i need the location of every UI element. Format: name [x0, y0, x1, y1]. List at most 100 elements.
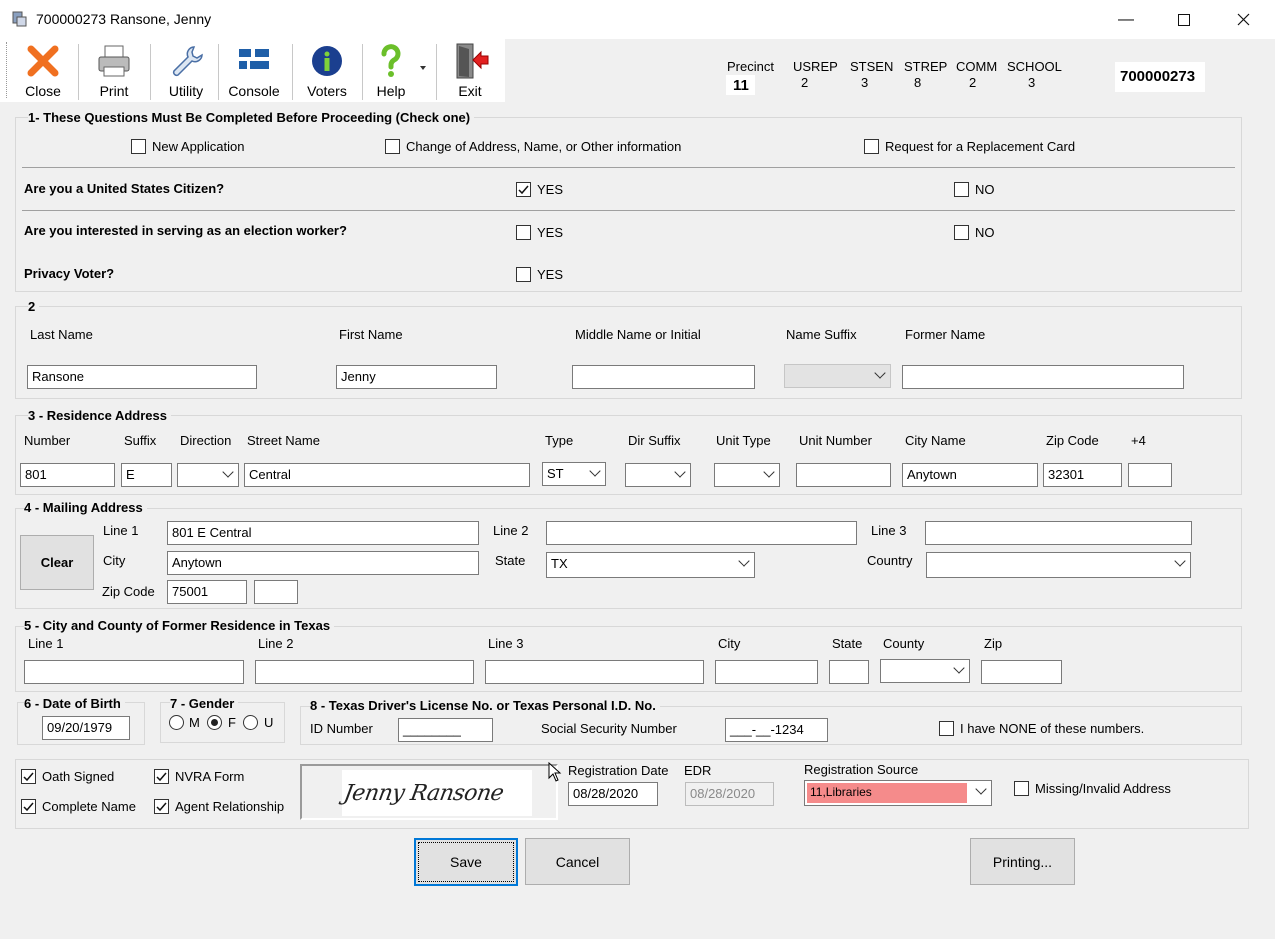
minimize-button[interactable]: — — [1097, 0, 1155, 39]
privacy-question: Privacy Voter? — [24, 266, 115, 281]
help-button[interactable]: Help — [366, 42, 416, 100]
replacement-card-label: Request for a Replacement Card — [885, 139, 1076, 154]
direction-label: Direction — [180, 433, 232, 448]
country-label: Country — [867, 553, 913, 568]
checkmark-icon — [23, 802, 34, 812]
dir-suffix-select[interactable] — [625, 463, 691, 487]
citizen-yes-checkbox[interactable] — [516, 182, 531, 197]
former-city-input[interactable] — [715, 660, 818, 684]
mailing-city-input[interactable]: Anytown — [167, 551, 479, 575]
number-input[interactable]: 801 — [20, 463, 115, 487]
divider — [22, 167, 1235, 168]
middle-name-input[interactable] — [572, 365, 755, 389]
chevron-down-icon — [738, 555, 750, 567]
section-7-title: 7 - Gender — [170, 696, 239, 711]
city-name-input[interactable]: Anytown — [902, 463, 1038, 487]
type-select[interactable]: ST — [542, 462, 606, 486]
suffix-input[interactable]: E — [121, 463, 172, 487]
section-3-title: 3 - Residence Address — [28, 408, 171, 423]
gender-u-label: U — [264, 715, 274, 730]
former-line3-label: Line 3 — [488, 636, 524, 651]
former-zip-input[interactable] — [981, 660, 1062, 684]
exit-button[interactable]: Exit — [444, 42, 496, 100]
ssn-input[interactable]: ___-__-1234 — [725, 718, 828, 742]
complete-name-checkbox[interactable] — [21, 799, 36, 814]
former-name-label: Former Name — [905, 327, 986, 342]
gender-f-radio[interactable] — [207, 715, 222, 730]
plus4-input[interactable] — [1128, 463, 1172, 487]
mailing-zip-input[interactable]: 75001 — [167, 580, 247, 604]
mailing-line2-input[interactable] — [546, 521, 857, 545]
name-suffix-select[interactable] — [784, 364, 891, 388]
nvra-form-checkbox[interactable] — [154, 769, 169, 784]
mailing-zip4-input[interactable] — [254, 580, 298, 604]
middle-name-label: Middle Name or Initial — [575, 327, 701, 342]
info-icon — [308, 42, 346, 80]
missing-address-checkbox[interactable] — [1014, 781, 1029, 796]
zip-code-input[interactable]: 32301 — [1043, 463, 1122, 487]
stsen-label: STSEN — [850, 59, 894, 74]
id-number-input[interactable]: ________ — [398, 718, 493, 742]
chevron-down-icon — [874, 367, 886, 379]
dir-suffix-label: Dir Suffix — [628, 433, 681, 448]
replacement-card-checkbox[interactable] — [864, 139, 879, 154]
privacy-yes-checkbox[interactable] — [516, 267, 531, 282]
street-name-input[interactable]: Central — [244, 463, 530, 487]
unit-type-select[interactable] — [714, 463, 780, 487]
maximize-button[interactable] — [1155, 0, 1213, 39]
suffix-label: Suffix — [124, 433, 157, 448]
mailing-line3-input[interactable] — [925, 521, 1192, 545]
section-6-title: 6 - Date of Birth — [24, 696, 125, 711]
printer-icon — [95, 42, 133, 80]
mailing-line1-input[interactable]: 801 E Central — [167, 521, 479, 545]
former-county-select[interactable] — [880, 659, 970, 683]
printing-button[interactable]: Printing... — [970, 838, 1075, 885]
clear-button[interactable]: Clear — [20, 535, 94, 590]
registration-date-input[interactable]: 08/28/2020 — [568, 782, 658, 806]
former-line1-input[interactable] — [24, 660, 244, 684]
mailing-country-select[interactable] — [926, 552, 1191, 578]
checkmark-icon — [156, 802, 167, 812]
checkmark-icon — [518, 185, 529, 195]
agent-relationship-label: Agent Relationship — [175, 799, 285, 814]
change-of-address-label: Change of Address, Name, or Other inform… — [406, 139, 682, 154]
console-button[interactable]: Console — [224, 42, 284, 100]
election-worker-yes-checkbox[interactable] — [516, 225, 531, 240]
save-button[interactable]: Save — [414, 838, 518, 886]
line1-label: Line 1 — [103, 523, 139, 538]
agent-relationship-checkbox[interactable] — [154, 799, 169, 814]
unit-number-input[interactable] — [796, 463, 891, 487]
former-line3-input[interactable] — [485, 660, 704, 684]
former-line2-input[interactable] — [255, 660, 474, 684]
election-worker-no-checkbox[interactable] — [954, 225, 969, 240]
gender-m-radio[interactable] — [169, 715, 184, 730]
oath-signed-checkbox[interactable] — [21, 769, 36, 784]
voters-button[interactable]: Voters — [302, 42, 352, 100]
none-of-these-checkbox[interactable] — [939, 721, 954, 736]
election-worker-question: Are you interested in serving as an elec… — [24, 223, 347, 238]
line3-label: Line 3 — [871, 523, 907, 538]
mouse-cursor-icon — [548, 761, 562, 785]
toolbar-separator — [436, 44, 437, 100]
first-name-input[interactable]: Jenny — [336, 365, 497, 389]
mailing-state-select[interactable]: TX — [546, 552, 755, 578]
former-state-input[interactable] — [829, 660, 869, 684]
former-name-input[interactable] — [902, 365, 1184, 389]
city-label: City — [103, 553, 126, 568]
utility-button[interactable]: Utility — [160, 42, 212, 100]
help-dropdown-icon[interactable] — [420, 66, 426, 70]
last-name-input[interactable]: Ransone — [27, 365, 257, 389]
school-label: SCHOOL — [1007, 59, 1062, 74]
close-button[interactable]: Close — [18, 42, 68, 100]
cancel-button[interactable]: Cancel — [525, 838, 630, 885]
change-of-address-checkbox[interactable] — [385, 139, 400, 154]
direction-select[interactable] — [177, 463, 239, 487]
gender-u-radio[interactable] — [243, 715, 258, 730]
stsen-value: 3 — [861, 75, 869, 90]
new-application-checkbox[interactable] — [131, 139, 146, 154]
registration-source-select[interactable]: 11,Libraries — [804, 780, 992, 806]
citizen-no-checkbox[interactable] — [954, 182, 969, 197]
close-window-button[interactable] — [1214, 0, 1272, 39]
date-of-birth-input[interactable]: 09/20/1979 — [42, 716, 130, 740]
print-button[interactable]: Print — [88, 42, 140, 100]
